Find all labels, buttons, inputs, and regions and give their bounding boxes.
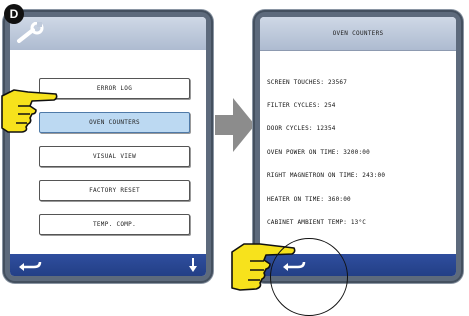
screen-title: OVEN COUNTERS: [332, 30, 384, 37]
temp-comp-button[interactable]: TEMP. COMP.: [39, 214, 190, 235]
wrench-icon[interactable]: [16, 22, 50, 44]
info-line: SCREEN TOUCHES: 23567: [267, 78, 348, 86]
factory-reset-button[interactable]: FACTORY RESET: [39, 180, 190, 201]
down-arrow-icon[interactable]: [188, 257, 198, 273]
pointing-hand-icon: [1, 89, 58, 133]
info-line: OVEN POWER ON TIME: 3200:00: [267, 148, 370, 156]
right-top-bar: OVEN COUNTERS: [260, 17, 456, 51]
info-line: HEATER ON TIME: 360:00: [267, 195, 351, 203]
right-arrow-icon: [215, 98, 255, 152]
info-line: FILTER CYCLES: 254: [267, 101, 336, 109]
oven-counters-button[interactable]: OVEN COUNTERS: [39, 112, 190, 133]
left-screen: ERROR LOG OVEN COUNTERS VISUAL VIEW FACT…: [10, 17, 206, 276]
counters-info: SCREEN TOUCHES: 23567 FILTER CYCLES: 254…: [267, 63, 452, 242]
back-arrow-icon[interactable]: [18, 259, 42, 271]
info-line: CABINET AMBIENT TEMP: 13°C: [267, 218, 367, 226]
left-top-bar: [10, 17, 206, 51]
visual-view-button[interactable]: VISUAL VIEW: [39, 146, 190, 167]
info-line: DOOR CYCLES: 12354: [267, 125, 336, 133]
left-device-frame: ERROR LOG OVEN COUNTERS VISUAL VIEW FACT…: [3, 10, 213, 283]
step-badge: D: [4, 4, 24, 24]
info-line: RIGHT MAGNETRON ON TIME: 243:00: [267, 172, 386, 180]
error-log-button[interactable]: ERROR LOG: [39, 78, 190, 99]
back-button-highlight: [270, 238, 348, 316]
left-bottom-bar: [10, 254, 206, 276]
